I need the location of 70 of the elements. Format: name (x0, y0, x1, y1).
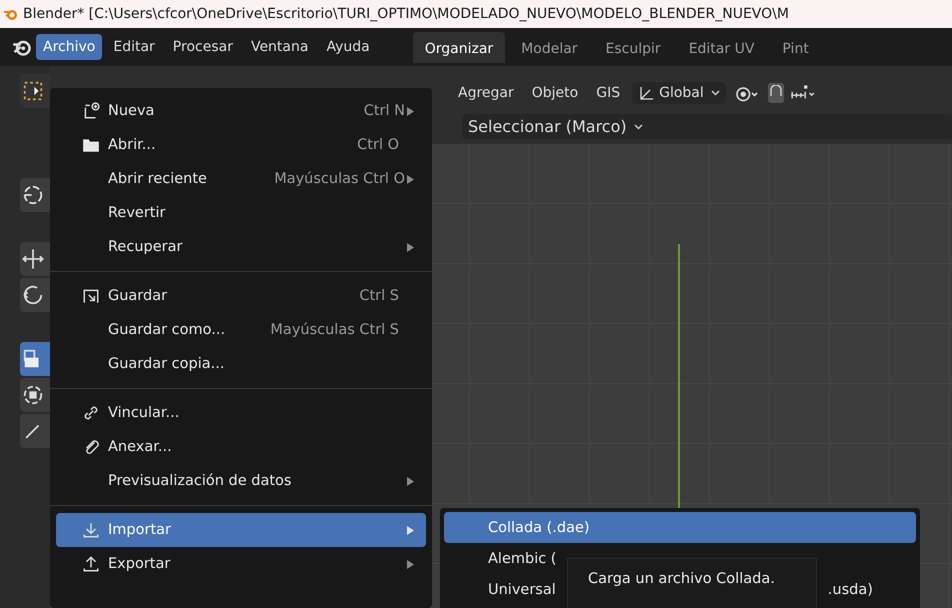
orientation-dropdown[interactable]: Global (632, 82, 726, 104)
tool-button[interactable] (20, 178, 52, 212)
menu-item-label: Abrir reciente (108, 171, 207, 187)
menu-bar-item[interactable]: Archivo (36, 34, 102, 60)
menu-item-label: Vincular... (108, 405, 180, 421)
menu-item-label: Revertir (108, 205, 166, 221)
tool-button[interactable] (20, 242, 52, 276)
menu-item[interactable]: Revertir (56, 196, 426, 230)
tool-button[interactable] (20, 378, 52, 412)
tooltip: Carga un archivo Collada. (567, 558, 817, 608)
menu-bar-item[interactable]: Editar (106, 34, 162, 60)
shortcut-label: Ctrl N (364, 103, 405, 119)
menu-item[interactable]: Anexar... (56, 430, 426, 464)
tool-button[interactable] (20, 278, 52, 312)
transform-icon (22, 384, 44, 406)
rotate-icon (22, 284, 44, 306)
new-file-icon (82, 102, 100, 120)
menu-item-label: Guardar como... (108, 322, 226, 338)
menu-bar-item[interactable]: Ventana (244, 34, 316, 60)
menu-item-label: Guardar copia... (108, 356, 224, 372)
menu-item[interactable]: Abrir... Ctrl O (56, 128, 426, 162)
workspace-tab[interactable]: Pint (770, 32, 821, 62)
shortcut-label: Mayúsculas Ctrl S (270, 322, 399, 338)
menu-item[interactable]: Nueva Ctrl N (56, 94, 426, 128)
workspace-tab[interactable]: Editar UV (676, 32, 766, 62)
menu-item[interactable]: Guardar Ctrl S (56, 279, 426, 313)
shortcut-label: Mayúsculas Ctrl O (274, 171, 405, 187)
shortcut-label: Ctrl S (359, 288, 399, 304)
menu-item[interactable]: Guardar copia... (56, 347, 426, 381)
download-icon (82, 521, 100, 539)
tool-button[interactable] (20, 74, 52, 108)
workspace-tab[interactable]: Modelar (509, 32, 590, 62)
caret-icon (710, 90, 720, 96)
submenu-item[interactable]: Collada (.dae) (444, 512, 916, 543)
caret-icon (634, 124, 643, 130)
menu-bar-item[interactable]: Ayuda (319, 34, 377, 60)
select-box-icon (22, 80, 44, 102)
select-mode-dropdown[interactable]: Seleccionar (Marco) (462, 114, 952, 139)
snap-toggle[interactable] (768, 83, 784, 103)
menu-item-label: Guardar (108, 288, 168, 304)
tool-button[interactable] (20, 342, 52, 376)
move-icon (22, 248, 44, 270)
magnet-icon (770, 85, 782, 97)
link-icon (82, 404, 100, 422)
menu-item-label: Previsualización de datos (108, 473, 292, 489)
menu-item-label: Importar (108, 522, 171, 538)
menu-item[interactable]: Vincular... (56, 396, 426, 430)
menu-item[interactable]: Importar (56, 513, 426, 547)
menu-item-label: Recuperar (108, 239, 182, 255)
menu-item-label: Nueva (108, 103, 154, 119)
menu-item-label: Anexar... (108, 439, 172, 455)
viewport-menu[interactable]: Objeto (526, 82, 584, 104)
tool-button[interactable] (20, 414, 52, 448)
workspace-tab[interactable]: Esculpir (594, 32, 673, 62)
menu-item[interactable]: Recuperar (56, 230, 426, 264)
axes-icon (638, 85, 654, 101)
menu-item-label: Abrir... (108, 137, 156, 153)
shortcut-label: Ctrl O (357, 137, 399, 153)
save-icon (82, 287, 100, 305)
viewport-menu[interactable]: Agregar (452, 82, 520, 104)
menu-item[interactable]: Guardar como... Mayúsculas Ctrl S (56, 313, 426, 347)
window-title: Blender* [C:\Users\cfcor\OneDrive\Escritorio\TURI_OPTIMO\MODELADO_NUEVO\MODELO_BLENDER_NUEVO\M (23, 6, 789, 22)
upload-icon (82, 555, 100, 573)
workspace-tab[interactable]: Organizar (412, 32, 506, 62)
viewport-menu[interactable]: GIS (590, 82, 626, 104)
menu-item[interactable]: Exportar (56, 547, 426, 581)
menu-bar-item[interactable]: Procesar (166, 34, 240, 60)
menu-item[interactable]: Previsualización de datos (56, 464, 426, 498)
menu-item-label: Exportar (108, 556, 170, 572)
menu-item[interactable]: Abrir reciente Mayúsculas Ctrl O (56, 162, 426, 196)
